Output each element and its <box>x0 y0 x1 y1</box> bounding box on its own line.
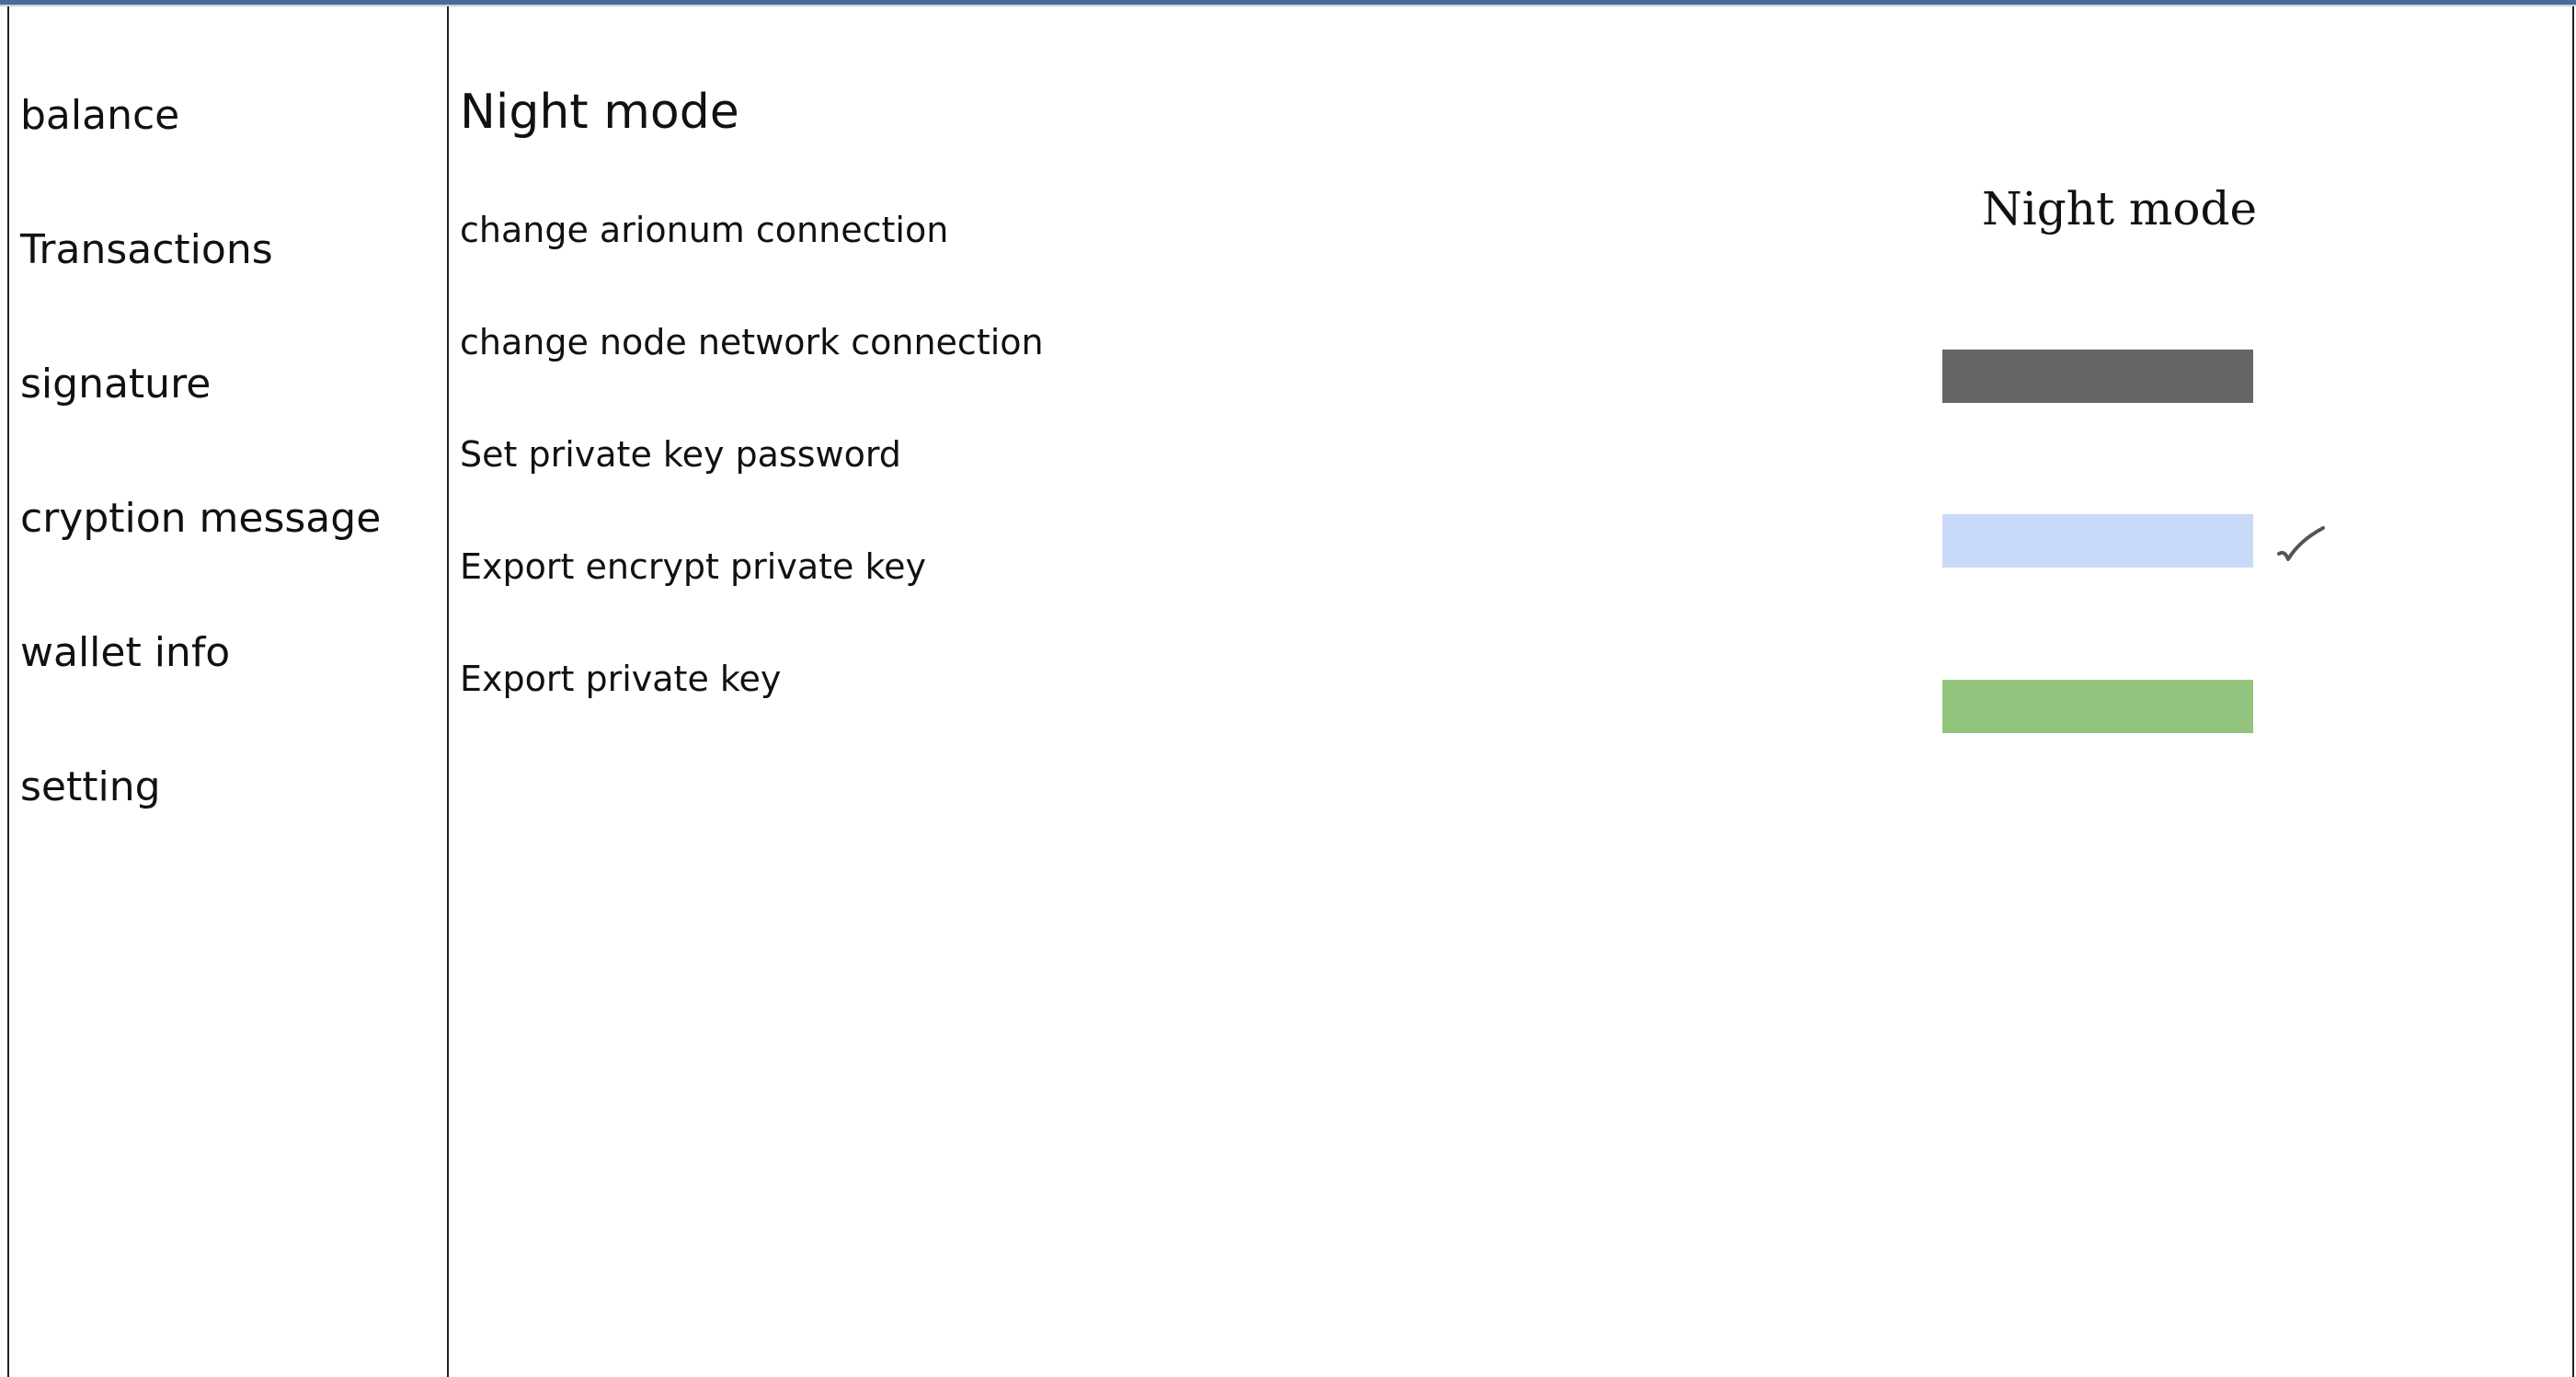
sidebar-item-setting[interactable]: setting <box>20 763 161 810</box>
top-border-highlight <box>0 5 2576 6</box>
night-mode-panel-title: Night mode <box>1982 182 2258 235</box>
night-mode-option-dark[interactable] <box>1942 350 2253 403</box>
night-mode-option-light-blue[interactable] <box>1942 514 2253 568</box>
app-window: balance Transactions signature cryption … <box>0 0 2576 1377</box>
settings-title-night-mode[interactable]: Night mode <box>460 85 739 140</box>
sidebar-item-transactions[interactable]: Transactions <box>20 226 273 273</box>
sidebar-item-cryption-message[interactable]: cryption message <box>20 495 381 542</box>
night-mode-option-green[interactable] <box>1942 680 2253 733</box>
check-icon <box>2277 526 2325 561</box>
left-border <box>7 6 9 1377</box>
setting-export-encrypt-private-key[interactable]: Export encrypt private key <box>460 546 926 587</box>
sidebar-item-wallet-info[interactable]: wallet info <box>20 629 230 676</box>
setting-change-arionum-connection[interactable]: change arionum connection <box>460 210 948 250</box>
right-border <box>2572 6 2574 1377</box>
setting-change-node-network-connection[interactable]: change node network connection <box>460 322 1044 362</box>
sidebar-item-balance[interactable]: balance <box>20 92 179 139</box>
setting-export-private-key[interactable]: Export private key <box>460 659 781 699</box>
sidebar-divider <box>447 6 449 1377</box>
sidebar-item-signature[interactable]: signature <box>20 361 211 407</box>
setting-set-private-key-password[interactable]: Set private key password <box>460 434 901 475</box>
